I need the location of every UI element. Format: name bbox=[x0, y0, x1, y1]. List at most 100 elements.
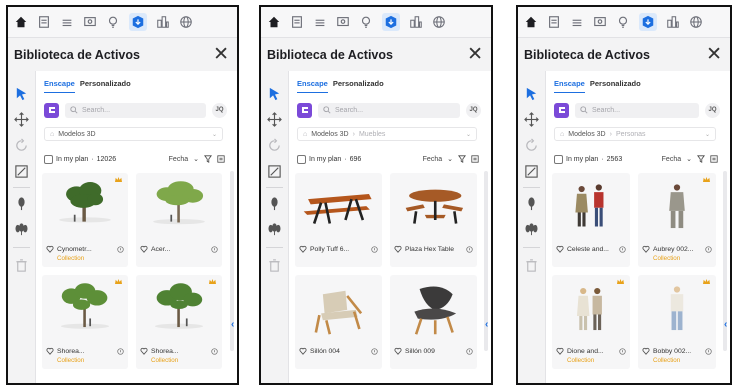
single-tree-icon[interactable] bbox=[13, 195, 30, 212]
bim-icon[interactable] bbox=[570, 15, 584, 29]
heart-icon[interactable] bbox=[140, 347, 148, 355]
tab-personalizado[interactable]: Personalizado bbox=[333, 79, 384, 93]
asset-card[interactable]: Bobby 002... Collection bbox=[638, 275, 716, 369]
asset-library-icon[interactable] bbox=[639, 13, 657, 31]
tab-personalizado[interactable]: Personalizado bbox=[80, 79, 131, 93]
breadcrumb-sub[interactable]: Muebles bbox=[359, 131, 385, 138]
filter-icon[interactable] bbox=[204, 155, 212, 163]
in-my-plan-checkbox[interactable] bbox=[44, 154, 53, 164]
category-breadcrumb[interactable]: ⌂ Modelos 3D › Muebles ⌄ bbox=[297, 127, 477, 141]
home-icon[interactable] bbox=[267, 15, 281, 29]
move-icon[interactable] bbox=[266, 111, 283, 128]
globe-icon[interactable] bbox=[432, 15, 446, 29]
asset-card[interactable]: Shorea... Collection bbox=[42, 275, 128, 369]
in-my-plan-checkbox[interactable] bbox=[554, 154, 563, 164]
asset-thumbnail[interactable] bbox=[638, 275, 716, 343]
trash-icon[interactable] bbox=[266, 257, 283, 274]
collapse-arrow-icon[interactable]: ‹ bbox=[231, 319, 237, 333]
category-breadcrumb[interactable]: ⌂ Modelos 3D ⌄ bbox=[44, 127, 223, 141]
chevron-down-icon[interactable]: ⌄ bbox=[705, 131, 710, 138]
asset-card[interactable]: Cynometr... Collection bbox=[42, 173, 128, 267]
close-button[interactable]: ✕ bbox=[213, 45, 229, 64]
bim-icon[interactable] bbox=[313, 15, 327, 29]
buildings-icon[interactable] bbox=[666, 15, 680, 29]
info-icon[interactable] bbox=[466, 347, 473, 355]
asset-card[interactable]: Acer... bbox=[136, 173, 222, 267]
heart-icon[interactable] bbox=[556, 347, 564, 355]
search-input[interactable]: Search... bbox=[318, 102, 460, 118]
monitor-icon[interactable] bbox=[593, 15, 607, 29]
chevron-down-icon[interactable]: ⌄ bbox=[686, 155, 692, 163]
chevron-down-icon[interactable]: ⌄ bbox=[193, 155, 199, 163]
rotate-icon[interactable] bbox=[523, 137, 540, 154]
info-icon[interactable] bbox=[705, 245, 712, 253]
user-avatar[interactable]: JQ bbox=[212, 102, 227, 118]
asset-thumbnail[interactable] bbox=[295, 275, 382, 343]
user-avatar[interactable]: JQ bbox=[466, 102, 481, 118]
close-button[interactable]: ✕ bbox=[706, 45, 722, 64]
chevron-down-icon[interactable]: ⌄ bbox=[212, 131, 217, 138]
info-icon[interactable] bbox=[619, 245, 626, 253]
trash-icon[interactable] bbox=[13, 257, 30, 274]
select-cursor-icon[interactable] bbox=[13, 85, 30, 102]
asset-thumbnail[interactable] bbox=[136, 275, 222, 343]
scale-icon[interactable] bbox=[13, 163, 30, 180]
bim-icon[interactable] bbox=[60, 15, 74, 29]
lightbulb-icon[interactable] bbox=[359, 15, 373, 29]
breadcrumb-root[interactable]: Modelos 3D bbox=[311, 131, 348, 138]
heart-icon[interactable] bbox=[642, 245, 650, 253]
asset-card[interactable]: Polly Tuff 6... bbox=[295, 173, 382, 267]
rotate-icon[interactable] bbox=[13, 137, 30, 154]
heart-icon[interactable] bbox=[46, 347, 54, 355]
info-icon[interactable] bbox=[371, 347, 378, 355]
forest-icon[interactable] bbox=[523, 221, 540, 238]
category-breadcrumb[interactable]: ⌂ Modelos 3D › Personas ⌄ bbox=[554, 127, 716, 141]
asset-thumbnail[interactable] bbox=[42, 173, 128, 241]
close-button[interactable]: ✕ bbox=[467, 45, 483, 64]
heart-icon[interactable] bbox=[46, 245, 54, 253]
view-toggle-icon[interactable] bbox=[217, 155, 225, 163]
lightbulb-icon[interactable] bbox=[106, 15, 120, 29]
filter-icon[interactable] bbox=[458, 155, 466, 163]
monitor-icon[interactable] bbox=[336, 15, 350, 29]
asset-thumbnail[interactable] bbox=[390, 275, 477, 343]
select-cursor-icon[interactable] bbox=[523, 85, 540, 102]
document-icon[interactable] bbox=[290, 15, 304, 29]
forest-icon[interactable] bbox=[266, 221, 283, 238]
asset-card[interactable]: Dione and... Collection bbox=[552, 275, 630, 369]
heart-icon[interactable] bbox=[642, 347, 650, 355]
forest-icon[interactable] bbox=[13, 221, 30, 238]
in-my-plan-checkbox[interactable] bbox=[297, 154, 306, 164]
info-icon[interactable] bbox=[371, 245, 378, 253]
collapse-arrow-icon[interactable]: ‹ bbox=[485, 319, 491, 333]
asset-thumbnail[interactable] bbox=[638, 173, 716, 241]
single-tree-icon[interactable] bbox=[266, 195, 283, 212]
view-toggle-icon[interactable] bbox=[471, 155, 479, 163]
heart-icon[interactable] bbox=[394, 347, 402, 355]
asset-card[interactable]: Sillón 004 bbox=[295, 275, 382, 369]
sort-dropdown[interactable]: Fecha bbox=[662, 156, 681, 163]
move-icon[interactable] bbox=[13, 111, 30, 128]
info-icon[interactable] bbox=[117, 347, 124, 355]
asset-thumbnail[interactable] bbox=[552, 275, 630, 343]
asset-card[interactable]: Celeste and... bbox=[552, 173, 630, 267]
breadcrumb-root[interactable]: Modelos 3D bbox=[58, 131, 95, 138]
info-icon[interactable] bbox=[466, 245, 473, 253]
document-icon[interactable] bbox=[547, 15, 561, 29]
rotate-icon[interactable] bbox=[266, 137, 283, 154]
user-avatar[interactable]: JQ bbox=[705, 102, 720, 118]
buildings-icon[interactable] bbox=[409, 15, 423, 29]
search-input[interactable]: Search... bbox=[65, 102, 206, 118]
home-icon[interactable] bbox=[14, 15, 28, 29]
lightbulb-icon[interactable] bbox=[616, 15, 630, 29]
asset-card[interactable]: Plaza Hex Table bbox=[390, 173, 477, 267]
document-icon[interactable] bbox=[37, 15, 51, 29]
globe-icon[interactable] bbox=[689, 15, 703, 29]
info-icon[interactable] bbox=[619, 347, 626, 355]
asset-card[interactable]: Aubrey 002... Collection bbox=[638, 173, 716, 267]
heart-icon[interactable] bbox=[556, 245, 564, 253]
asset-thumbnail[interactable] bbox=[552, 173, 630, 241]
filter-icon[interactable] bbox=[697, 155, 705, 163]
asset-card[interactable]: Shorea... Collection bbox=[136, 275, 222, 369]
monitor-icon[interactable] bbox=[83, 15, 97, 29]
